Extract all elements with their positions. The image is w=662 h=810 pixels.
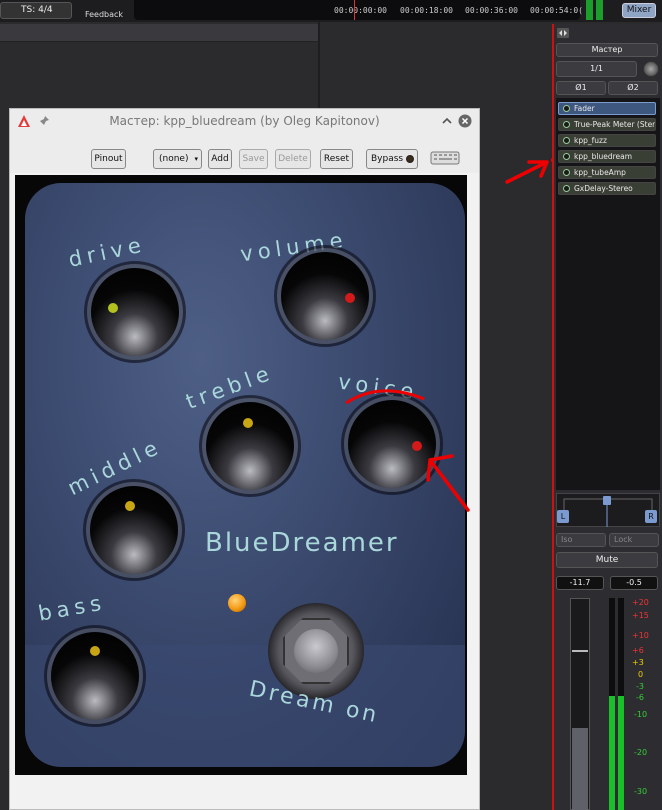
plugin-item-gxdelay-stereo[interactable]: GxDelay-Stereo <box>558 182 656 195</box>
window-title: Мастер: kpp_bluedream (by Oleg Kapitonov… <box>109 114 380 128</box>
phase-invert-left-button[interactable]: Ø1 <box>556 81 606 95</box>
timecode-label: 00:00:54:0( <box>530 6 583 15</box>
plugin-item-fader[interactable]: Fader <box>558 102 656 115</box>
meter-scale-label: -30 <box>634 787 648 796</box>
knob-indicator <box>412 441 422 451</box>
mixer-button[interactable]: Mixer <box>622 3 656 18</box>
master-meter-right <box>596 0 603 20</box>
strip-name-button[interactable]: Мастер <box>556 43 658 57</box>
drive-knob[interactable] <box>91 268 179 356</box>
meter-scale-label: -20 <box>634 748 648 757</box>
meter-scale-label: +20 <box>632 598 649 607</box>
close-icon[interactable] <box>458 114 472 128</box>
bypass-button[interactable]: Bypass <box>366 149 418 169</box>
add-preset-button[interactable]: Add <box>208 149 232 169</box>
track-area <box>320 24 550 42</box>
iso-button[interactable]: Iso <box>556 533 606 547</box>
meter-scale-label: -10 <box>634 710 648 719</box>
app-logo-icon <box>18 115 30 127</box>
gain-display[interactable]: -11.7 <box>556 576 604 590</box>
reset-button[interactable]: Reset <box>320 149 353 169</box>
plugin-active-led[interactable] <box>563 121 570 128</box>
track-header-area <box>0 24 318 42</box>
minimize-icon[interactable] <box>440 114 454 128</box>
input-button[interactable]: 1/1 <box>556 61 637 77</box>
expand-strip-icon[interactable] <box>557 28 569 38</box>
annotation-arc <box>345 389 425 405</box>
lock-button[interactable]: Lock <box>609 533 659 547</box>
mute-button[interactable]: Mute <box>556 552 658 568</box>
plugin-item-kpp-tubeamp[interactable]: kpp_tubeAmp <box>558 166 656 179</box>
plugin-item-kpp-fuzz[interactable]: kpp_fuzz <box>558 134 656 147</box>
plugin-active-led[interactable] <box>563 105 570 112</box>
playhead[interactable] <box>354 0 355 20</box>
knob-indicator <box>345 293 355 303</box>
knob-indicator <box>243 418 253 428</box>
fader-unity-mark <box>572 650 588 652</box>
meter-scale-label: +6 <box>632 646 644 655</box>
meter-scale-label: +15 <box>632 611 649 620</box>
annotation-arrow-voice <box>426 454 470 512</box>
peak-display[interactable]: -0.5 <box>610 576 658 590</box>
volume-knob[interactable] <box>281 252 369 340</box>
pinout-button[interactable]: Pinout <box>91 149 126 169</box>
knob-indicator <box>108 303 118 313</box>
plugin-active-led[interactable] <box>563 137 570 144</box>
pin-icon[interactable] <box>37 114 51 128</box>
middle-knob[interactable] <box>90 486 178 574</box>
meter-left-level <box>609 696 615 810</box>
meter-scale-label: +3 <box>632 658 644 667</box>
feedback-button[interactable]: Feedback <box>80 0 128 20</box>
bass-knob[interactable] <box>51 632 139 720</box>
treble-knob[interactable] <box>206 402 294 490</box>
fader-fill <box>572 728 588 810</box>
plugin-active-led[interactable] <box>563 185 570 192</box>
status-led <box>228 594 246 612</box>
input-trim-knob[interactable] <box>643 61 659 77</box>
timecode-label: 00:00:36:00 <box>465 6 518 15</box>
chevron-down-icon: ▾ <box>194 155 198 163</box>
preset-dropdown[interactable]: (none) ▾ <box>153 149 202 169</box>
save-preset-button[interactable]: Save <box>239 149 268 169</box>
plugin-item-kpp-bluedream[interactable]: kpp_bluedream <box>558 150 656 163</box>
pan-left-label: L <box>557 510 569 523</box>
plugin-item-true-peak-meter[interactable]: True-Peak Meter (Stereo) <box>558 118 656 131</box>
bypass-led <box>406 154 415 163</box>
knob-indicator <box>125 501 135 511</box>
pan-right-label: R <box>645 510 657 523</box>
plugin-active-led[interactable] <box>563 153 570 160</box>
plugin-active-led[interactable] <box>563 169 570 176</box>
time-signature-display[interactable]: TS: 4/4 <box>0 2 72 19</box>
knob-indicator <box>90 646 100 656</box>
timecode-label: 00:00:00:00 <box>334 6 387 15</box>
delete-preset-button[interactable]: Delete <box>275 149 311 169</box>
pedal-brand-logo: BlueDreamer <box>205 528 399 558</box>
timecode-label: 00:00:18:00 <box>400 6 453 15</box>
meter-scale-label: 0 <box>638 670 644 679</box>
meter-scale-label: -6 <box>636 693 644 702</box>
phase-invert-right-button[interactable]: Ø2 <box>608 81 658 95</box>
master-meter-left <box>586 0 593 20</box>
meter-scale-label: -3 <box>636 682 644 691</box>
keyboard-icon[interactable] <box>430 150 460 166</box>
meter-scale-label: +10 <box>632 631 649 640</box>
footswitch-button[interactable] <box>294 629 338 673</box>
meter-right-level <box>618 696 624 810</box>
